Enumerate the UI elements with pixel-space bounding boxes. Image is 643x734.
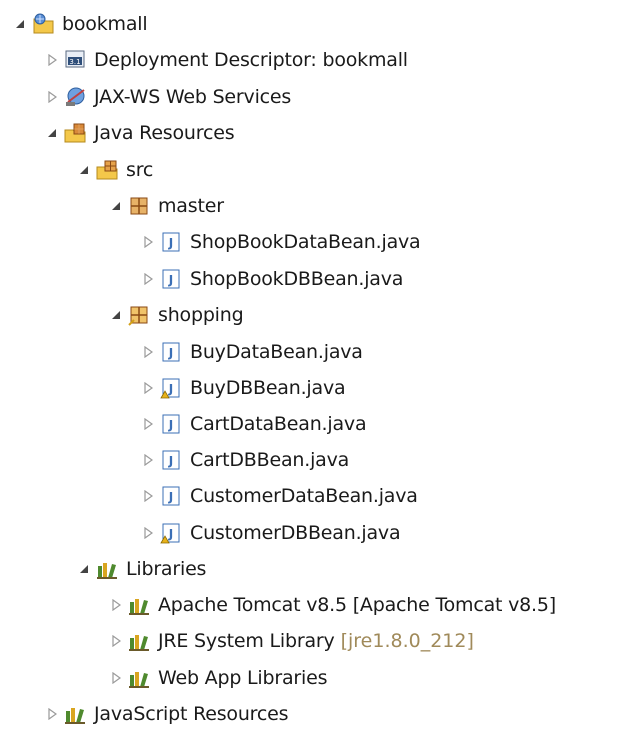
collapsed-twisty-icon[interactable] [140,523,156,543]
tree-node-library-tomcat[interactable]: Apache Tomcat v8.5 [Apache Tomcat v8.5] [108,587,556,623]
tree-node-label: Java Resources [94,122,235,144]
java-file-icon: J [160,268,182,290]
expanded-twisty-icon[interactable] [44,123,60,143]
collapsed-twisty-icon[interactable] [140,378,156,398]
tree-node-label: JAX-WS Web Services [94,86,292,108]
library-icon [96,558,118,580]
tree-node-label: Libraries [126,558,207,580]
deployment-descriptor-icon: 3.1 [64,49,86,71]
project-explorer-tree: bookmall 3.1 Deployment Descriptor: book… [0,0,643,734]
expanded-twisty-icon[interactable] [108,196,124,216]
library-icon [64,703,86,725]
java-resources-icon [64,122,86,144]
tree-node-java-file[interactable]: J CustomerDataBean.java [140,478,418,514]
svg-text:J: J [168,273,173,287]
expanded-twisty-icon[interactable] [76,160,92,180]
expanded-twisty-icon[interactable] [12,14,28,34]
java-file-warning-icon: J [160,377,182,399]
tree-node-label: CustomerDBBean.java [190,522,401,544]
tree-node-java-file[interactable]: J CustomerDBBean.java [140,515,401,551]
web-project-icon [32,13,54,35]
tree-node-src[interactable]: src [76,152,153,188]
tree-node-java-file[interactable]: J ShopBookDataBean.java [140,224,421,260]
svg-text:J: J [168,418,173,432]
package-icon [128,195,150,217]
web-services-icon [64,86,86,108]
tree-node-package-shopping[interactable]: shopping [108,297,244,333]
collapsed-twisty-icon[interactable] [44,50,60,70]
svg-text:J: J [168,382,173,396]
tree-node-java-file[interactable]: J ShopBookDBBean.java [140,261,403,297]
source-folder-icon [96,159,118,181]
tree-node-label: master [158,195,224,217]
java-file-icon: J [160,413,182,435]
tree-node-javascript-resources[interactable]: JavaScript Resources [44,696,289,732]
svg-text:3.1: 3.1 [69,58,80,66]
jre-version-decoration: [jre1.8.0_212] [340,630,474,652]
collapsed-twisty-icon[interactable] [44,87,60,107]
tree-node-java-file[interactable]: J CartDBBean.java [140,442,349,478]
tree-node-package-master[interactable]: master [108,188,224,224]
svg-text:J: J [168,346,173,360]
collapsed-twisty-icon[interactable] [140,450,156,470]
tree-node-label: ShopBookDataBean.java [190,231,421,253]
library-icon [128,630,150,652]
tree-node-deployment-descriptor[interactable]: 3.1 Deployment Descriptor: bookmall [44,42,408,78]
java-file-icon: J [160,449,182,471]
expanded-twisty-icon[interactable] [76,559,92,579]
java-file-icon: J [160,341,182,363]
tree-node-label: Web App Libraries [158,667,328,689]
tree-node-library-jre[interactable]: JRE System Library [jre1.8.0_212] [108,623,474,659]
tree-node-label: BuyDBBean.java [190,377,346,399]
tree-node-label: Deployment Descriptor: bookmall [94,49,408,71]
tree-node-label: JRE System Library [158,630,335,652]
collapsed-twisty-icon[interactable] [140,342,156,362]
tree-node-label: BuyDataBean.java [190,341,363,363]
collapsed-twisty-icon[interactable] [140,414,156,434]
tree-node-java-file[interactable]: J BuyDBBean.java [140,370,346,406]
svg-text:J: J [168,236,173,250]
library-icon [128,594,150,616]
package-icon [128,304,150,326]
collapsed-twisty-icon[interactable] [140,269,156,289]
tree-node-label: CartDBBean.java [190,449,350,471]
library-icon [128,667,150,689]
tree-node-label: bookmall [62,13,148,35]
tree-node-label: Apache Tomcat v8.5 [Apache Tomcat v8.5] [158,594,557,616]
tree-node-label: JavaScript Resources [94,703,289,725]
tree-node-label: shopping [158,304,244,326]
svg-text:J: J [168,490,173,504]
tree-node-label: CartDataBean.java [190,413,367,435]
tree-node-library-webapp[interactable]: Web App Libraries [108,660,327,696]
tree-node-label: src [126,159,154,181]
tree-node-label: CustomerDataBean.java [190,485,418,507]
tree-node-jaxws[interactable]: JAX-WS Web Services [44,79,291,115]
tree-node-libraries[interactable]: Libraries [76,551,206,587]
tree-node-java-resources[interactable]: Java Resources [44,115,235,151]
collapsed-twisty-icon[interactable] [44,704,60,724]
tree-node-java-file[interactable]: J BuyDataBean.java [140,334,363,370]
collapsed-twisty-icon[interactable] [108,668,124,688]
java-file-icon: J [160,485,182,507]
tree-node-project[interactable]: bookmall [12,6,148,42]
collapsed-twisty-icon[interactable] [108,595,124,615]
java-file-warning-icon: J [160,522,182,544]
svg-text:J: J [168,454,173,468]
svg-text:J: J [168,527,173,541]
collapsed-twisty-icon[interactable] [140,486,156,506]
collapsed-twisty-icon[interactable] [140,232,156,252]
expanded-twisty-icon[interactable] [108,305,124,325]
tree-node-label: ShopBookDBBean.java [190,268,404,290]
tree-node-java-file[interactable]: J CartDataBean.java [140,406,367,442]
collapsed-twisty-icon[interactable] [108,631,124,651]
java-file-icon: J [160,231,182,253]
